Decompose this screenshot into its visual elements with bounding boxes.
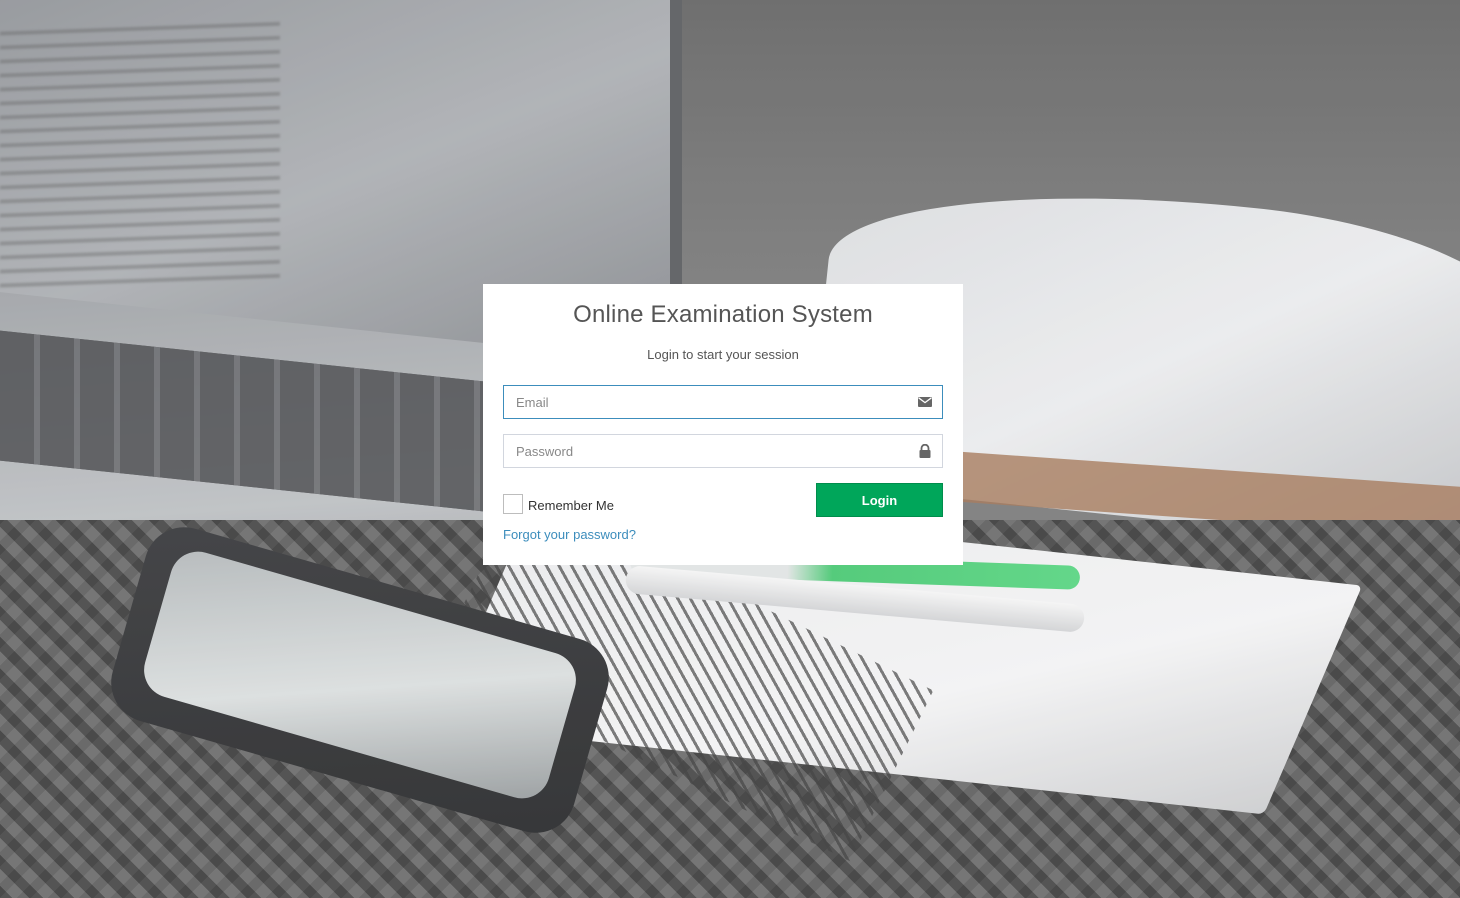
email-field-wrapper [503, 385, 943, 419]
remember-me: Remember Me [503, 493, 614, 515]
password-input[interactable] [504, 435, 942, 467]
email-input[interactable] [504, 386, 942, 418]
login-subtitle: Login to start your session [647, 347, 799, 362]
forgot-password-link[interactable]: Forgot your password? [503, 527, 636, 542]
remember-me-checkbox[interactable] [503, 494, 523, 514]
envelope-icon [918, 397, 932, 407]
page-title: Online Examination System [573, 301, 873, 328]
login-button[interactable]: Login [816, 483, 943, 517]
login-box: Online Examination System Login to start… [483, 284, 963, 565]
remember-me-label[interactable]: Remember Me [528, 498, 614, 513]
password-field-wrapper [503, 434, 943, 468]
lock-icon [919, 444, 931, 458]
